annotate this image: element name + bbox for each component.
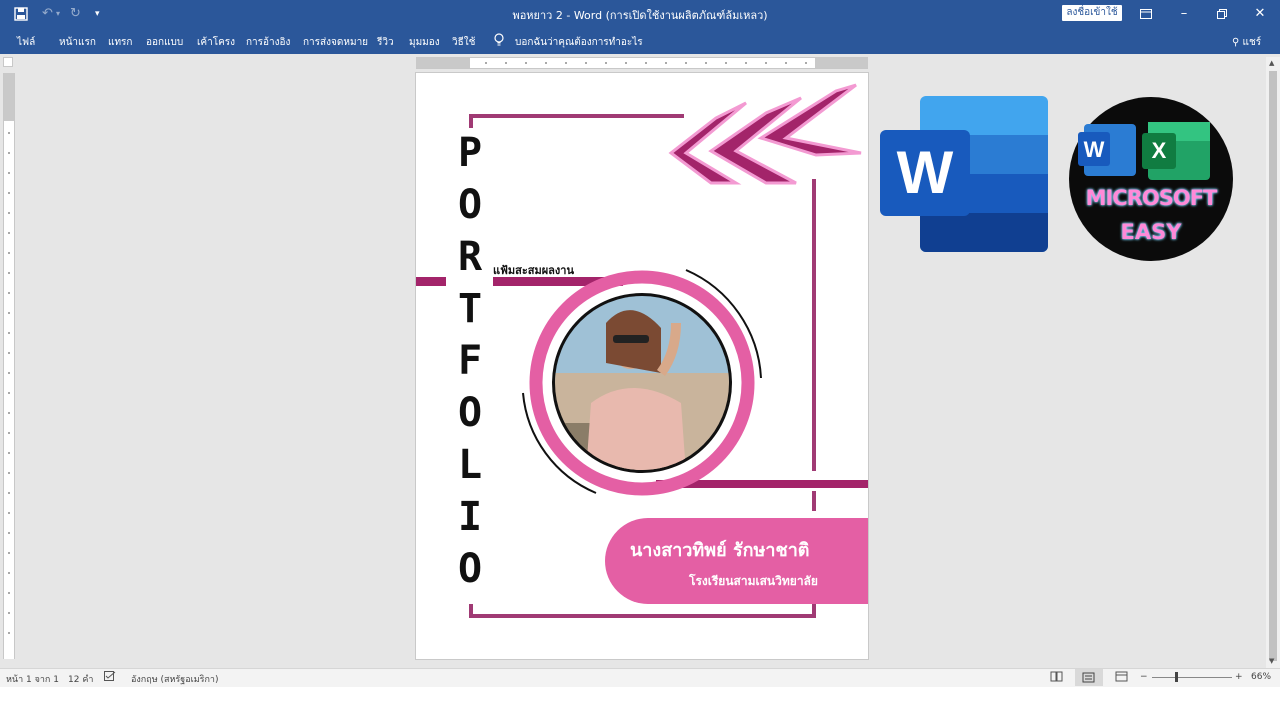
right-frame-segment (812, 491, 816, 511)
status-bar: หน้า 1 จาก 1 12 คำ อังกฤษ (สหรัฐอเมริกา)… (0, 668, 1280, 687)
document-page[interactable]: P O R T F O L I O แฟ้มสะสมผลงาน นางสาวทิ… (416, 73, 868, 659)
language-status[interactable]: อังกฤษ (สหรัฐอเมริกา) (131, 672, 219, 686)
zoom-level[interactable]: 66% (1251, 672, 1271, 682)
portfolio-letter: O (457, 546, 483, 592)
tell-me-search[interactable]: บอกฉันว่าคุณต้องการทำอะไร (515, 35, 643, 50)
zoom-in-icon[interactable]: + (1235, 672, 1243, 682)
scroll-up-icon[interactable]: ▲ (1269, 59, 1274, 67)
word-count[interactable]: 12 คำ (68, 672, 93, 686)
badge-text-easy: EASY (1120, 220, 1182, 244)
close-icon[interactable]: ✕ (1241, 0, 1279, 28)
web-layout-icon[interactable] (1115, 671, 1128, 685)
tab-file[interactable]: ไฟล์ (17, 35, 35, 50)
tab-view[interactable]: มุมมอง (409, 35, 440, 50)
share-button[interactable]: ⚲ แชร์ (1232, 35, 1261, 50)
word-logo: W (880, 96, 1050, 254)
tab-selector[interactable] (3, 57, 13, 67)
badge-excel-letter: X (1151, 138, 1167, 163)
tab-references[interactable]: การอ้างอิง (246, 35, 290, 50)
portfolio-letter: I (457, 494, 483, 540)
badge-word-letter: W (1083, 137, 1105, 162)
tab-home[interactable]: หน้าแรก (59, 35, 96, 50)
read-mode-icon[interactable] (1050, 671, 1063, 685)
tab-insert[interactable]: แทรก (108, 35, 132, 50)
vertical-scrollbar[interactable]: ▲ ▼ (1266, 57, 1280, 668)
restore-icon[interactable] (1203, 0, 1241, 28)
top-frame-line (469, 114, 684, 118)
scrollbar-thumb[interactable] (1269, 71, 1277, 661)
student-name: นางสาวทิพย์ รักษาชาติ (630, 540, 810, 561)
title-bar: ↶ ▾ ↻ ▾ พอหยาว 2 - Word (การเปิดใช้งานผล… (0, 0, 1280, 28)
person-icon: ⚲ (1232, 37, 1240, 48)
right-frame-line (812, 179, 816, 471)
portfolio-letter: O (457, 390, 483, 436)
zoom-slider[interactable] (1152, 677, 1232, 678)
portfolio-subtitle: แฟ้มสะสมผลงาน (493, 264, 574, 277)
badge-text-microsoft: MICROSOFT (1085, 186, 1218, 210)
zoom-slider-thumb[interactable] (1175, 672, 1178, 682)
microsoft-easy-logo: W X MICROSOFT EASY (1066, 96, 1236, 262)
bottom-strip (0, 687, 1280, 720)
proofing-icon[interactable] (104, 671, 116, 685)
tab-help[interactable]: วิธีใช้ (452, 35, 475, 50)
portfolio-letter: T (457, 286, 483, 332)
ribbon-display-options-icon[interactable] (1127, 0, 1165, 28)
bottom-frame-corner-left (469, 604, 473, 618)
school-name: โรงเรียนสามเสนวิทยาลัย (689, 574, 818, 588)
portfolio-letter: R (457, 234, 483, 280)
portfolio-letter: O (457, 182, 483, 228)
scroll-down-icon[interactable]: ▼ (1269, 657, 1274, 665)
vertical-ruler[interactable] (3, 73, 15, 659)
tab-layout[interactable]: เค้าโครง (197, 35, 235, 50)
portfolio-letter: L (457, 442, 483, 488)
tab-mailings[interactable]: การส่งจดหมาย (303, 35, 368, 50)
page-count[interactable]: หน้า 1 จาก 1 (6, 672, 59, 686)
print-layout-icon[interactable] (1075, 669, 1103, 686)
ribbon-tabs: ไฟล์ หน้าแรก แทรก ออกแบบ เค้าโครง การอ้า… (0, 28, 1280, 54)
bottom-frame-corner-right (812, 604, 816, 618)
left-band (416, 277, 446, 286)
chevron-arrows-icon (668, 83, 862, 185)
zoom-out-icon[interactable]: − (1140, 672, 1148, 682)
lightbulb-icon (494, 33, 504, 49)
word-letter: W (896, 139, 954, 206)
sign-in-button[interactable]: ลงชื่อเข้าใช้ (1062, 5, 1122, 21)
portfolio-letter: P (457, 130, 483, 176)
tab-review[interactable]: รีวิว (377, 35, 394, 50)
share-label: แชร์ (1242, 37, 1262, 48)
minimize-icon[interactable]: – (1165, 0, 1203, 28)
horizontal-ruler[interactable] (416, 57, 868, 69)
portfolio-letter: F (457, 338, 483, 384)
top-frame-corner (469, 114, 473, 128)
bottom-frame-line (469, 614, 816, 618)
tab-design[interactable]: ออกแบบ (146, 35, 183, 50)
